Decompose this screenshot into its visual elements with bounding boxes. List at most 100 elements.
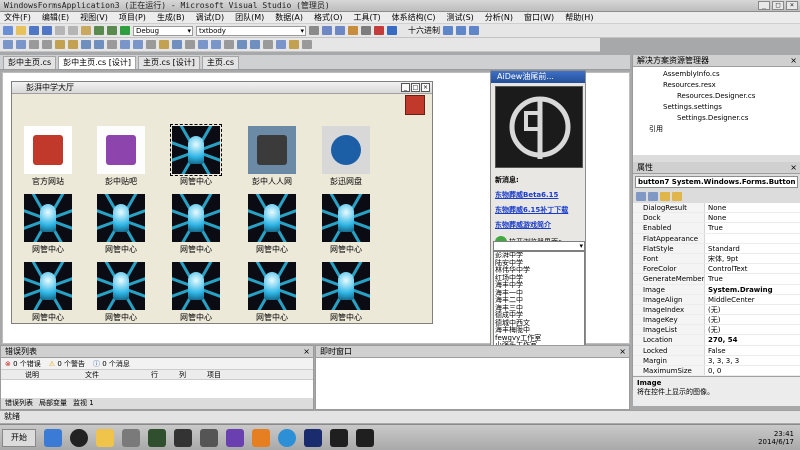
categorized-icon[interactable] (636, 192, 646, 201)
property-row[interactable]: Enabled True (633, 223, 800, 234)
menu-item[interactable]: 帮助(H) (565, 12, 593, 23)
configuration-select[interactable]: Debug (133, 25, 193, 36)
menu-item[interactable]: 工具(T) (354, 12, 381, 23)
clock[interactable]: 23:41 2014/6/17 (758, 430, 794, 446)
hspace-increase-icon[interactable] (146, 40, 156, 49)
find-icon[interactable] (309, 26, 319, 35)
paste-icon[interactable] (81, 26, 91, 35)
tree-item[interactable]: 引用 (649, 124, 800, 135)
minimize-button[interactable]: _ (758, 1, 770, 10)
app-icon[interactable] (252, 428, 270, 447)
menu-item[interactable]: 体系结构(C) (392, 12, 436, 23)
flag-logo-icon[interactable] (24, 126, 72, 174)
restart-icon[interactable] (387, 26, 397, 35)
events-icon[interactable] (672, 192, 682, 201)
folder-icon[interactable] (96, 428, 114, 447)
netcenter-icon[interactable] (97, 194, 145, 242)
menu-item[interactable]: 编辑(E) (42, 12, 69, 23)
property-value[interactable]: 0, 0 (705, 366, 800, 375)
align-center-icon[interactable] (16, 40, 26, 49)
netcenter-icon[interactable] (322, 262, 370, 310)
align-top-icon[interactable] (42, 40, 52, 49)
netcenter-icon[interactable] (170, 124, 222, 176)
close-button[interactable]: × (786, 1, 798, 10)
center-v-icon[interactable] (250, 40, 260, 49)
property-row[interactable]: Dock None (633, 213, 800, 224)
copy-icon[interactable] (68, 26, 78, 35)
property-row[interactable]: Image System.Drawing (633, 284, 800, 295)
property-value[interactable]: (无) (705, 325, 800, 334)
netcenter-icon[interactable] (24, 262, 72, 310)
send-back-icon[interactable] (276, 40, 286, 49)
tab-error-list[interactable]: 错误列表 (5, 398, 33, 409)
photoshop-icon[interactable] (304, 428, 322, 447)
property-value[interactable]: True (705, 223, 800, 232)
same-width-icon[interactable] (81, 40, 91, 49)
property-value[interactable]: 270, 54 (705, 335, 800, 344)
property-row[interactable]: GenerateMember True (633, 274, 800, 285)
form-maximize-button[interactable]: □ (411, 83, 420, 92)
form-minimize-button[interactable]: _ (401, 83, 410, 92)
lock-icon[interactable] (302, 40, 312, 49)
properties-icon[interactable] (335, 26, 345, 35)
start-button[interactable]: 开始 (2, 428, 36, 447)
tieba-logo-icon[interactable] (97, 126, 145, 174)
messages-filter[interactable]: ⓘ 0 个消息 (93, 359, 130, 369)
column-header[interactable]: 列 (179, 370, 207, 379)
netcenter-icon[interactable] (172, 262, 220, 310)
redo-icon[interactable] (107, 26, 117, 35)
document-tab[interactable]: 主页.cs [设计] (138, 56, 200, 69)
bring-front-icon[interactable] (263, 40, 273, 49)
warnings-filter[interactable]: ⚠ 0 个警告 (49, 359, 85, 369)
tree-item[interactable]: Resources.Designer.cs (663, 91, 800, 102)
align-right-icon[interactable] (29, 40, 39, 49)
property-row[interactable]: MaximumSize 0, 0 (633, 366, 800, 377)
property-value[interactable]: Standard (705, 244, 800, 253)
school-dropdown[interactable]: ▾ (493, 241, 585, 251)
property-value[interactable]: MiddleCenter (705, 295, 800, 304)
property-value[interactable]: (无) (705, 315, 800, 324)
tree-item[interactable]: Resources.resx (663, 80, 800, 91)
vspace-decrease-icon[interactable] (211, 40, 221, 49)
news-link-2[interactable]: 东物葬威6.15补丁下载 (495, 205, 583, 215)
pause-icon[interactable] (361, 26, 371, 35)
property-value[interactable]: 3, 3, 3, 3 (705, 356, 800, 365)
same-height-icon[interactable] (94, 40, 104, 49)
form-close-button[interactable]: × (421, 83, 430, 92)
close-icon[interactable]: × (303, 346, 310, 358)
property-value[interactable]: None (705, 203, 800, 212)
property-value[interactable]: (无) (705, 305, 800, 314)
close-icon[interactable]: × (790, 162, 797, 174)
save-all-icon[interactable] (42, 26, 52, 35)
tab-locals[interactable]: 局部变量 (39, 398, 67, 409)
maximize-button[interactable]: □ (772, 1, 784, 10)
property-row[interactable]: ImageList (无) (633, 325, 800, 336)
stop-icon[interactable] (374, 26, 384, 35)
column-header[interactable]: 说明 (25, 370, 85, 379)
netcenter-icon[interactable] (24, 194, 72, 242)
vspace-remove-icon[interactable] (224, 40, 234, 49)
unity-icon[interactable] (174, 428, 192, 447)
hspace-decrease-icon[interactable] (159, 40, 169, 49)
document-tab[interactable]: 彭中主页.cs (3, 56, 57, 69)
property-row[interactable]: Location 270, 54 (633, 335, 800, 346)
app-window-icon[interactable] (356, 428, 374, 447)
find-target-select[interactable]: txtbody (196, 25, 306, 36)
school-listbox[interactable]: 彭湃中学 陆安中学 林伟华中学 红场中学 海丰中学 海丰一中 海丰二中 海丰三中 德成中学 德城中… (493, 251, 585, 355)
column-header[interactable]: 项目 (207, 370, 247, 379)
visual-studio-icon[interactable] (226, 428, 244, 447)
property-row[interactable]: Locked False (633, 345, 800, 356)
toolbox-icon[interactable] (348, 26, 358, 35)
save-icon[interactable] (29, 26, 39, 35)
menu-item[interactable]: 分析(N) (485, 12, 513, 23)
netcenter-icon[interactable] (322, 194, 370, 242)
app-window-icon[interactable] (330, 428, 348, 447)
vspace-increase-icon[interactable] (198, 40, 208, 49)
grid-icon[interactable] (120, 40, 130, 49)
column-header[interactable]: 文件 (85, 370, 151, 379)
tab-order-icon[interactable] (289, 40, 299, 49)
property-value[interactable]: System.Drawing (705, 285, 800, 294)
property-row[interactable]: ImageAlign MiddleCenter (633, 294, 800, 305)
align-middle-icon[interactable] (55, 40, 65, 49)
center-h-icon[interactable] (237, 40, 247, 49)
